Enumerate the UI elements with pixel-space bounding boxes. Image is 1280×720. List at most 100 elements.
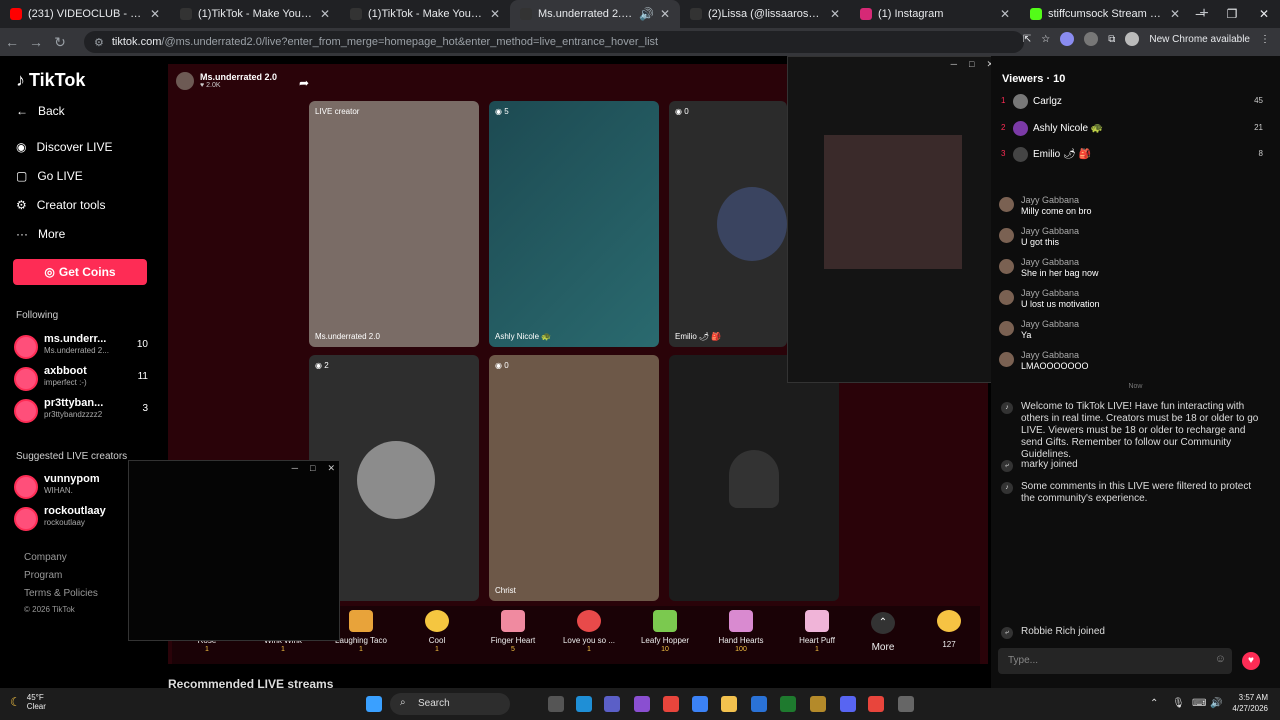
gift-item[interactable]: Heart Puff 1 bbox=[782, 610, 852, 653]
close-icon[interactable]: ✕ bbox=[150, 7, 160, 21]
top-viewer-row[interactable]: 2 Ashly Nicole 🐢 21 bbox=[1001, 121, 1269, 137]
host-info[interactable]: Ms.underrated 2.0 ♥ 2.0K ➦ bbox=[176, 72, 309, 90]
top-viewer-row[interactable]: 3 Emilio 🌶 🎒 8 bbox=[1001, 147, 1269, 163]
avatar[interactable] bbox=[999, 290, 1014, 305]
close-window-button[interactable]: ✕ bbox=[1248, 0, 1280, 28]
close-button[interactable]: ✕ bbox=[327, 463, 335, 474]
tiktok-logo[interactable]: ♪ TikTok bbox=[16, 70, 85, 91]
browser-tab[interactable]: stiffcumsock Stream - Watch Li ✕ bbox=[1020, 0, 1190, 28]
coin-balance[interactable]: 127 bbox=[914, 610, 984, 649]
gift-item[interactable]: Cool 1 bbox=[402, 610, 472, 653]
like-heart-button[interactable]: ♥ bbox=[1242, 652, 1260, 670]
following-account[interactable]: pr3ttyban... pr3ttybandzzzz2 3 bbox=[14, 397, 154, 425]
pip-window[interactable]: ─□✕ bbox=[787, 56, 999, 383]
gift-item[interactable]: Finger Heart 5 bbox=[478, 610, 548, 653]
gift-item[interactable]: Love you so ... 1 bbox=[554, 610, 624, 653]
nav-creator-tools[interactable]: ⚙ Creator tools bbox=[16, 198, 105, 212]
guest-cell[interactable]: ◉ 5 Ashly Nicole 🐢 bbox=[489, 101, 659, 347]
chat-user[interactable]: Jayy Gabbana bbox=[1021, 350, 1079, 360]
task-view-icon[interactable] bbox=[548, 696, 564, 712]
weather-widget[interactable]: ☾ 45°F Clear bbox=[10, 693, 46, 711]
nav-discover-live[interactable]: ◉ Discover LIVE bbox=[16, 140, 113, 154]
chat-user[interactable]: Jayy Gabbana bbox=[1021, 319, 1079, 329]
avatar[interactable] bbox=[999, 352, 1014, 367]
guest-cell[interactable]: LIVE creator Ms.underrated 2.0 bbox=[309, 101, 479, 347]
avatar[interactable] bbox=[999, 259, 1014, 274]
maximize-button[interactable]: □ bbox=[310, 463, 315, 474]
back-link[interactable]: ← Back bbox=[16, 104, 65, 118]
minimize-button[interactable]: ─ bbox=[1184, 0, 1216, 28]
maximize-button[interactable]: ❐ bbox=[1216, 0, 1248, 28]
chrome-update-label[interactable]: New Chrome available bbox=[1149, 34, 1250, 45]
reload-icon[interactable]: ↻ bbox=[48, 34, 72, 51]
chrome-menu-icon[interactable]: ⋮ bbox=[1260, 34, 1270, 45]
avatar[interactable] bbox=[999, 228, 1014, 243]
teams-icon[interactable] bbox=[604, 696, 620, 712]
copilot-icon[interactable] bbox=[634, 696, 650, 712]
chrome-active-icon[interactable] bbox=[868, 696, 884, 712]
browser-tab[interactable]: (1)TikTok - Make Your Day ✕ bbox=[340, 0, 510, 28]
nav-go-live[interactable]: ▢ Go LIVE bbox=[16, 169, 83, 183]
more-gifts-button[interactable]: ⌃ More bbox=[848, 612, 918, 653]
top-viewer-row[interactable]: 1 Carlgz 45 bbox=[1001, 94, 1269, 110]
browser-tab-active[interactable]: Ms.underrated 2.0 (@ms.un 🔊 ✕ bbox=[510, 0, 680, 28]
open-in-app-icon[interactable]: ⇱ bbox=[1023, 34, 1031, 45]
bookmark-star-icon[interactable]: ☆ bbox=[1041, 34, 1050, 45]
avatar[interactable] bbox=[999, 321, 1014, 336]
footer-company-link[interactable]: Company bbox=[24, 552, 67, 563]
url-field[interactable]: ⚙ tiktok.com/@ms.underrated2.0/live?ente… bbox=[84, 31, 1024, 53]
app-icon[interactable] bbox=[898, 696, 914, 712]
close-icon[interactable]: ✕ bbox=[1170, 7, 1180, 21]
chat-user[interactable]: Jayy Gabbana bbox=[1021, 257, 1079, 267]
get-coins-button[interactable]: ◎ Get Coins bbox=[13, 259, 147, 285]
chrome-icon[interactable] bbox=[663, 696, 679, 712]
forward-arrow-icon[interactable]: → bbox=[24, 34, 48, 50]
browser-tab[interactable]: (1)TikTok - Make Your Day ✕ bbox=[170, 0, 340, 28]
file-explorer-icon[interactable] bbox=[721, 696, 737, 712]
gift-item[interactable]: Hand Hearts 100 bbox=[706, 610, 776, 653]
xbox-icon[interactable] bbox=[780, 696, 796, 712]
following-account[interactable]: axbboot imperfect :-) 11 bbox=[14, 365, 154, 393]
minimize-button[interactable]: ─ bbox=[951, 59, 957, 70]
back-arrow-icon[interactable]: ← bbox=[0, 34, 24, 50]
footer-terms-link[interactable]: Terms & Policies bbox=[24, 588, 98, 599]
chat-user[interactable]: Jayy Gabbana bbox=[1021, 195, 1079, 205]
minimize-button[interactable]: ─ bbox=[292, 463, 298, 474]
gift-item[interactable]: Leafy Hopper 10 bbox=[630, 610, 700, 653]
chat-user[interactable]: Jayy Gabbana bbox=[1021, 288, 1079, 298]
footer-program-link[interactable]: Program bbox=[24, 570, 62, 581]
microphone-icon[interactable]: 🎙 bbox=[1172, 698, 1185, 709]
profile-avatar[interactable] bbox=[1125, 32, 1140, 46]
guest-cell[interactable]: ◉ 0 Emilio 🌶 🎒 bbox=[669, 101, 787, 347]
browser-tab[interactable]: (1) Instagram ✕ bbox=[850, 0, 1020, 28]
avatar[interactable] bbox=[999, 197, 1014, 212]
chat-user[interactable]: Jayy Gabbana bbox=[1021, 226, 1079, 236]
emoji-icon[interactable]: ☺ bbox=[1215, 653, 1226, 665]
maximize-button[interactable]: □ bbox=[969, 59, 974, 70]
discord-icon[interactable] bbox=[840, 696, 856, 712]
guest-cell[interactable]: ◉ 0 Christ bbox=[489, 355, 659, 601]
following-account[interactable]: ms.underr... Ms.underrated 2... 10 bbox=[14, 333, 154, 361]
empty-cell[interactable] bbox=[669, 355, 839, 601]
share-icon[interactable]: ➦ bbox=[299, 76, 309, 90]
site-info-icon[interactable]: ⚙ bbox=[94, 36, 104, 49]
nav-more[interactable]: ··· More bbox=[16, 227, 65, 241]
windows-start-icon[interactable] bbox=[366, 696, 382, 712]
extension-icon[interactable] bbox=[1084, 32, 1099, 46]
chat-input[interactable]: Type... ☺ bbox=[998, 648, 1232, 674]
browser-tab[interactable]: (231) VIDEOCLUB - ROI Instrum ✕ bbox=[0, 0, 170, 28]
volume-icon[interactable]: 🔊 bbox=[1210, 698, 1222, 709]
extensions-puzzle-icon[interactable]: ⧉ bbox=[1108, 34, 1115, 45]
network-icon[interactable]: ⌨ bbox=[1192, 698, 1206, 709]
close-icon[interactable]: ✕ bbox=[1000, 7, 1010, 21]
store-icon[interactable] bbox=[692, 696, 708, 712]
edge-icon[interactable] bbox=[576, 696, 592, 712]
close-icon[interactable]: ✕ bbox=[490, 7, 500, 21]
extension-icon[interactable] bbox=[1060, 32, 1075, 46]
tray-overflow-icon[interactable]: ⌃ bbox=[1150, 698, 1158, 709]
taskbar-search[interactable]: ⌕ Search bbox=[390, 693, 510, 715]
close-icon[interactable]: ✕ bbox=[320, 7, 330, 21]
clock[interactable]: 3:57 AM 4/27/2026 bbox=[1232, 692, 1268, 714]
close-icon[interactable]: ✕ bbox=[830, 7, 840, 21]
browser-tab[interactable]: (2)Lissa (@lissaarose_) | TikTok ✕ bbox=[680, 0, 850, 28]
